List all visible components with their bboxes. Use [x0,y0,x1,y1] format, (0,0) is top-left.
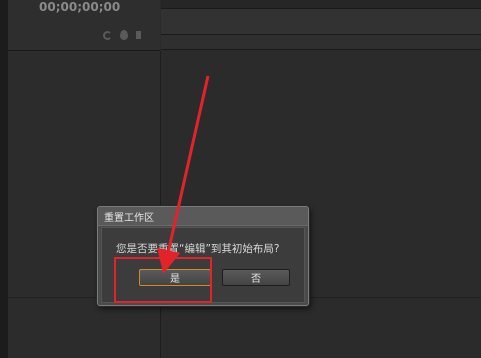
marker-icon[interactable] [120,30,128,40]
wrench-icon[interactable] [136,31,141,39]
premiere-workspace: 00;00;00;00 重置工作区 您是否要重置“编辑”到其初始布局? 是 否 [0,0,481,358]
timeline-tools [103,30,141,40]
dialog-title: 重置工作区 [104,213,154,224]
time-ruler[interactable] [161,0,481,9]
annotation-highlight-box [114,257,212,303]
dialog-title-bar[interactable]: 重置工作区 [98,207,308,226]
ruler-band[interactable] [161,9,481,35]
timeline-tracks-area [161,50,481,358]
window-edge [0,0,8,358]
timeline-header-panel: 00;00;00;00 [8,0,160,51]
dialog-message: 您是否要重置“编辑”到其初始布局? [116,243,280,255]
track-headers-area [8,51,161,358]
no-button[interactable]: 否 [222,269,290,286]
snap-icon[interactable] [103,30,112,40]
timecode-display[interactable]: 00;00;00;00 [39,0,120,14]
work-area-bar[interactable] [161,35,481,50]
